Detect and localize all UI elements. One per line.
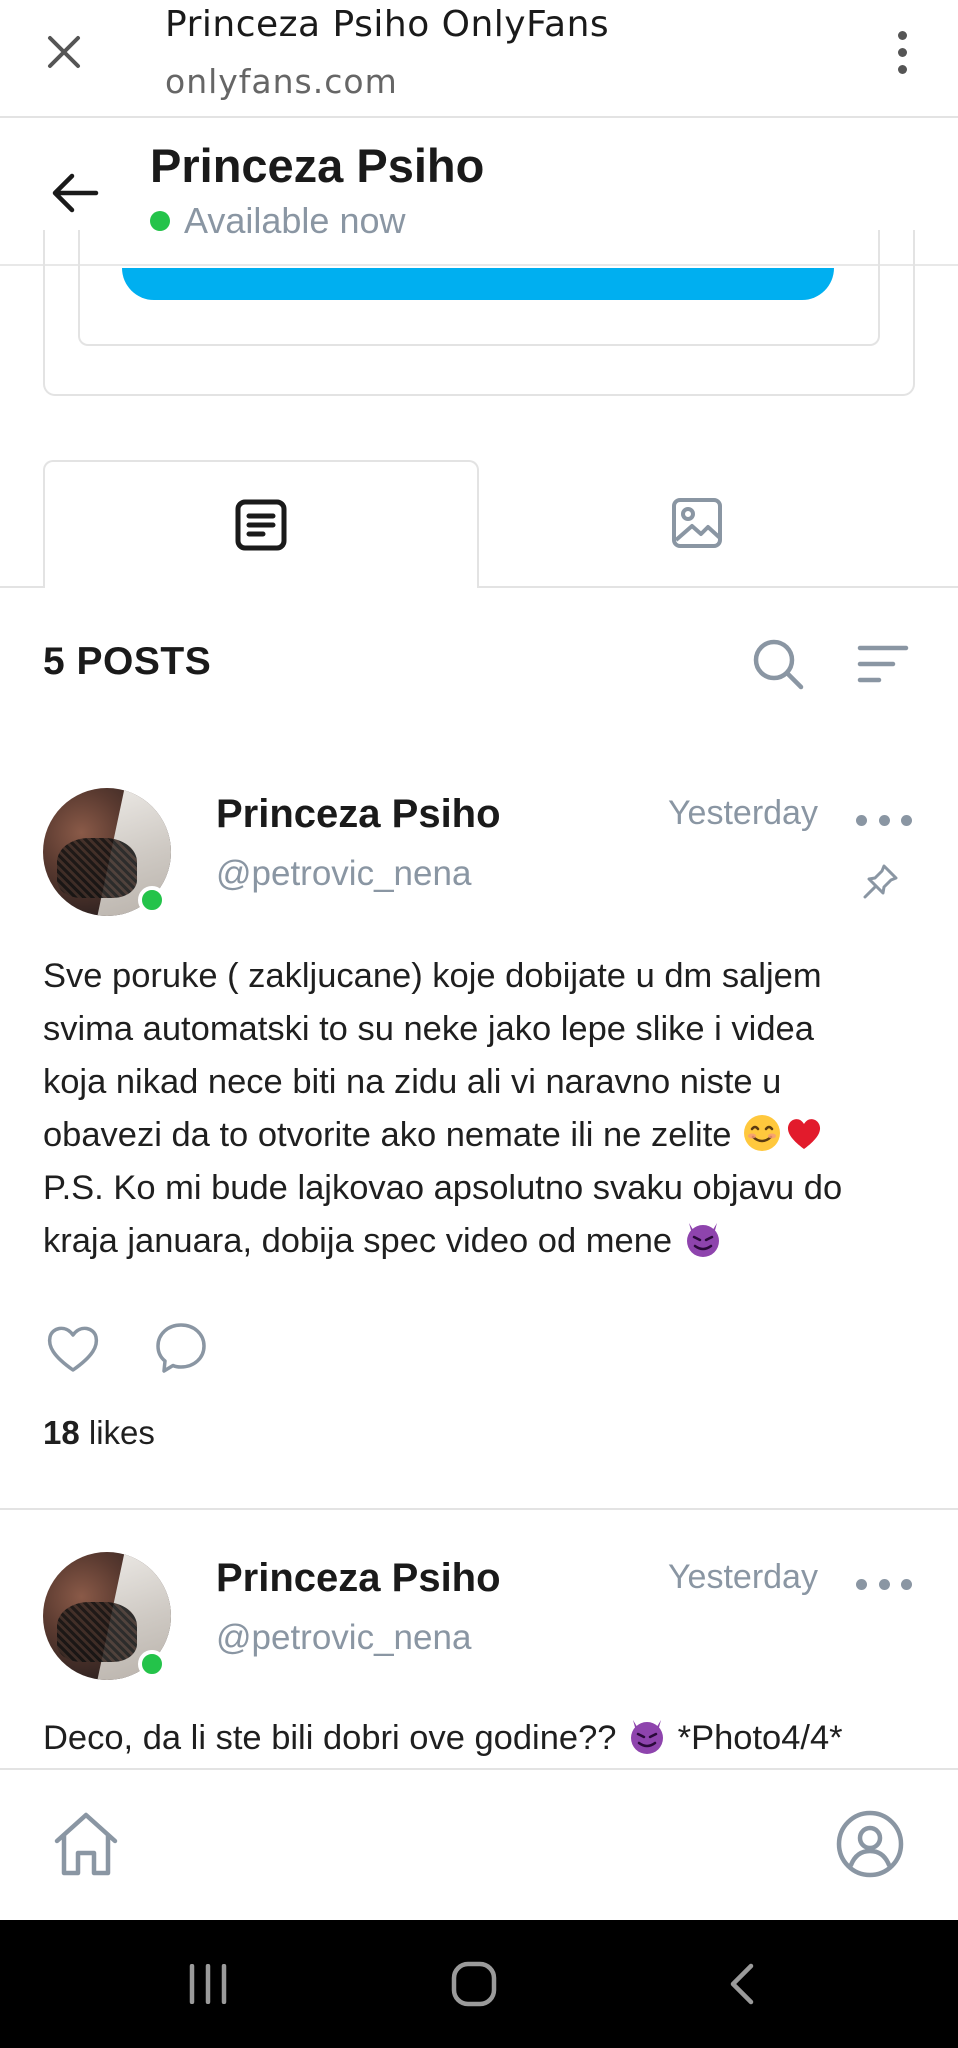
tab-posts[interactable] [43, 460, 479, 588]
profile-icon[interactable] [828, 1802, 912, 1886]
post-author-name[interactable]: Princeza Psiho [216, 792, 501, 837]
browser-toolbar: Princeza Psiho OnlyFans onlyfans.com [0, 0, 958, 118]
post-text-segment: *Photo4/4* [677, 1719, 843, 1757]
online-dot-icon [138, 886, 166, 914]
post-text-line: koja nikad nece biti na zidu ali vi nara… [43, 1063, 782, 1101]
content-tabs [0, 460, 958, 588]
browser-page-title: Princeza Psiho OnlyFans [165, 4, 610, 45]
more-horizontal-icon[interactable] [856, 800, 912, 840]
like-heart-icon[interactable] [43, 1318, 103, 1378]
post-author-handle[interactable]: @petrovic_nena [216, 1618, 471, 1658]
post-text-segment: Deco, da li ste bili dobri ove godine?? [43, 1719, 617, 1757]
likes-label: likes [88, 1414, 155, 1451]
system-navigation-bar [0, 1920, 958, 2048]
more-vertical-icon[interactable] [882, 24, 922, 80]
red-heart-emoji-icon [788, 1119, 821, 1149]
post-text-segment: kraja januara, dobija spec video od mene [43, 1222, 673, 1260]
post-text-line: svima automatski to su neke jako lepe sl… [43, 1010, 814, 1048]
post-text-line: Sve poruke ( zakljucane) koje dobijate u… [43, 957, 822, 995]
likes-number: 18 [43, 1414, 80, 1451]
posts-icon [235, 499, 287, 551]
pin-icon [856, 858, 904, 906]
bottom-navigation [0, 1768, 958, 1920]
post-text-line: P.S. Ko mi bude lajkovao apsolutno svaku… [43, 1169, 843, 1207]
post-text-line: kraja januara, dobija spec video od mene [43, 1215, 923, 1268]
post-text-line: Deco, da li ste bili dobri ove godine?? … [43, 1712, 923, 1765]
back-arrow-icon[interactable] [42, 160, 108, 226]
post-text-line: obavezi da to otvorite ako nemate ili ne… [43, 1109, 923, 1162]
profile-name: Princeza Psiho [150, 139, 485, 192]
likes-count[interactable]: 18 likes [43, 1414, 155, 1452]
media-icon [672, 498, 722, 548]
post-text: Deco, da li ste bili dobri ove godine?? … [43, 1712, 923, 1765]
post-text: Sve poruke ( zakljucane) koje dobijate u… [43, 950, 923, 1268]
post-actions [43, 1318, 243, 1378]
subscribe-button[interactable] [122, 268, 834, 300]
online-dot-icon [150, 211, 170, 231]
post-author-name[interactable]: Princeza Psiho [216, 1556, 501, 1601]
sort-icon[interactable] [853, 634, 913, 694]
system-home-icon[interactable] [444, 1954, 504, 2014]
system-back-icon[interactable] [712, 1954, 772, 2014]
comment-icon[interactable] [151, 1318, 211, 1378]
smiling-face-emoji-icon [744, 1115, 781, 1151]
search-icon[interactable] [748, 634, 808, 694]
post-author-handle[interactable]: @petrovic_nena [216, 854, 471, 894]
post-timestamp: Yesterday [668, 1558, 818, 1596]
posts-header: 5 POSTS [43, 628, 915, 700]
post: Princeza Psiho @petrovic_nena Yesterday … [0, 1552, 958, 1772]
browser-url[interactable]: onlyfans.com [165, 62, 398, 101]
tab-media[interactable] [479, 460, 915, 586]
posts-count: 5 POSTS [43, 640, 212, 683]
home-icon[interactable] [44, 1802, 128, 1886]
recent-apps-icon[interactable] [178, 1954, 238, 2014]
online-dot-icon [138, 1650, 166, 1678]
smiling-devil-emoji-icon [686, 1223, 719, 1257]
post-timestamp: Yesterday [668, 794, 818, 832]
post: Princeza Psiho @petrovic_nena Yesterday … [0, 788, 958, 1510]
more-horizontal-icon[interactable] [856, 1564, 912, 1604]
close-icon[interactable] [36, 24, 92, 80]
post-text-segment: obavezi da to otvorite ako nemate ili ne… [43, 1116, 732, 1154]
smiling-devil-emoji-icon [631, 1720, 664, 1754]
